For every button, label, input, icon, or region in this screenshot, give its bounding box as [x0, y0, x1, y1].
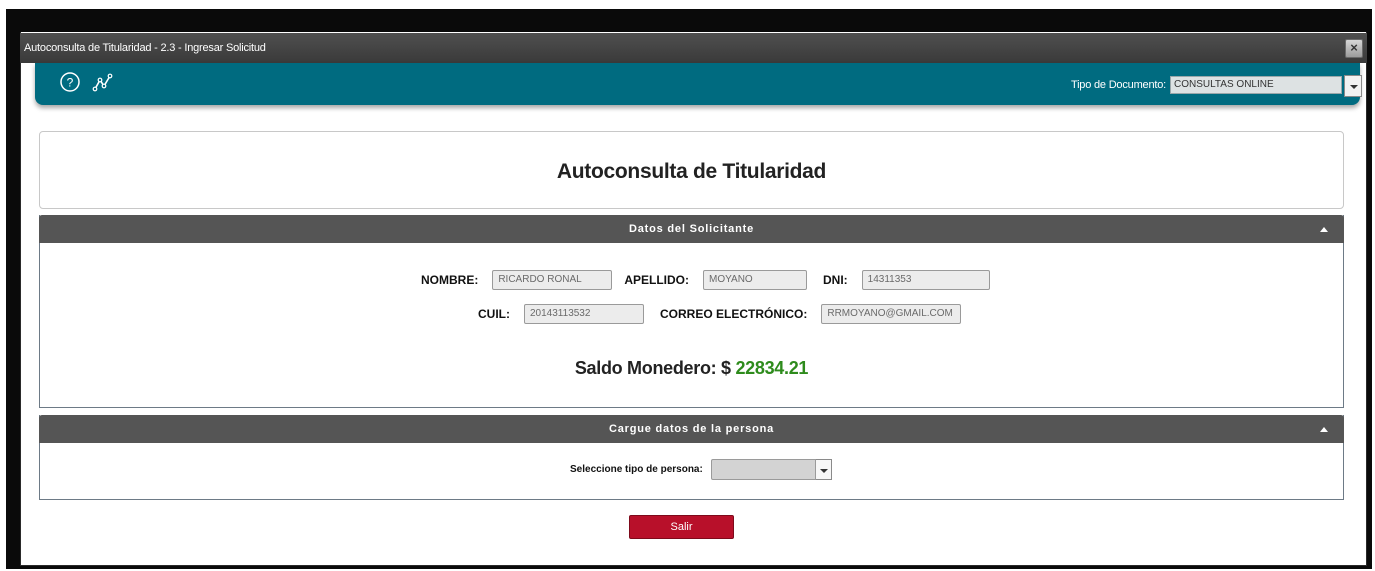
- doc-type-select[interactable]: CONSULTAS ONLINE: [1170, 75, 1362, 97]
- solicitante-row-2: CUIL: 20143113532 CORREO ELECTRÓNICO: RR…: [478, 304, 973, 324]
- tipo-persona-label: Seleccione tipo de persona:: [570, 464, 703, 475]
- salir-button[interactable]: Salir: [629, 515, 734, 539]
- saldo-label: Saldo Monedero: $: [574, 358, 731, 378]
- nombre-field[interactable]: RICARDO RONAL: [492, 270, 613, 290]
- tipo-persona-select[interactable]: [710, 459, 816, 480]
- close-button[interactable]: ×: [1345, 39, 1363, 58]
- chart-line-icon[interactable]: [92, 71, 114, 93]
- window-title: Autoconsulta de Titularidad - 2.3 - Ingr…: [24, 42, 266, 54]
- saldo-monedero: Saldo Monedero: $ 22834.21: [40, 358, 1343, 379]
- collapse-caret-icon[interactable]: [1320, 227, 1328, 232]
- persona-panel: Cargue datos de la persona Seleccione ti…: [39, 415, 1344, 500]
- chevron-down-icon[interactable]: [1344, 75, 1362, 97]
- chevron-down-icon[interactable]: [815, 459, 832, 480]
- page-title: Autoconsulta de Titularidad: [556, 160, 827, 183]
- solicitante-section-header[interactable]: Datos del Solicitante: [39, 215, 1344, 243]
- doc-type-value: CONSULTAS ONLINE: [1174, 79, 1274, 90]
- persona-section-title: Cargue datos de la persona: [608, 423, 775, 435]
- dni-field[interactable]: 14311353: [861, 270, 990, 290]
- correo-label: CORREO ELECTRÓNICO:: [660, 307, 808, 321]
- doc-type-label: Tipo de Documento:: [1070, 79, 1166, 91]
- cuil-label: CUIL:: [478, 307, 510, 321]
- cuil-field[interactable]: 20143113532: [524, 304, 644, 324]
- correo-field[interactable]: RRMOYANO@GMAIL.COM: [821, 304, 962, 324]
- apellido-field[interactable]: MOYANO: [703, 270, 807, 290]
- title-bar: Autoconsulta de Titularidad - 2.3 - Ingr…: [20, 33, 1367, 63]
- help-circle-icon[interactable]: ?: [59, 71, 81, 93]
- solicitante-panel: Datos del Solicitante NOMBRE: RICARDO RO…: [39, 215, 1344, 408]
- svg-text:?: ?: [67, 76, 74, 90]
- persona-section-header[interactable]: Cargue datos de la persona: [39, 415, 1344, 443]
- toolbar: ? Tipo de Documento: CONSULTAS ONLINE: [35, 63, 1362, 105]
- solicitante-section-title: Datos del Solicitante: [629, 223, 754, 235]
- tipo-persona-row: Seleccione tipo de persona:: [570, 459, 832, 480]
- solicitante-row-1: NOMBRE: RICARDO RONAL APELLIDO: MOYANO D…: [421, 270, 1002, 290]
- nombre-label: NOMBRE:: [421, 273, 479, 287]
- saldo-amount: 22834.21: [735, 358, 809, 378]
- header-panel: Autoconsulta de Titularidad: [39, 131, 1344, 209]
- dni-label: DNI:: [823, 273, 848, 287]
- doc-type-group: Tipo de Documento: CONSULTAS ONLINE: [1070, 75, 1362, 97]
- apellido-label: APELLIDO:: [624, 273, 689, 287]
- collapse-caret-icon[interactable]: [1320, 427, 1328, 432]
